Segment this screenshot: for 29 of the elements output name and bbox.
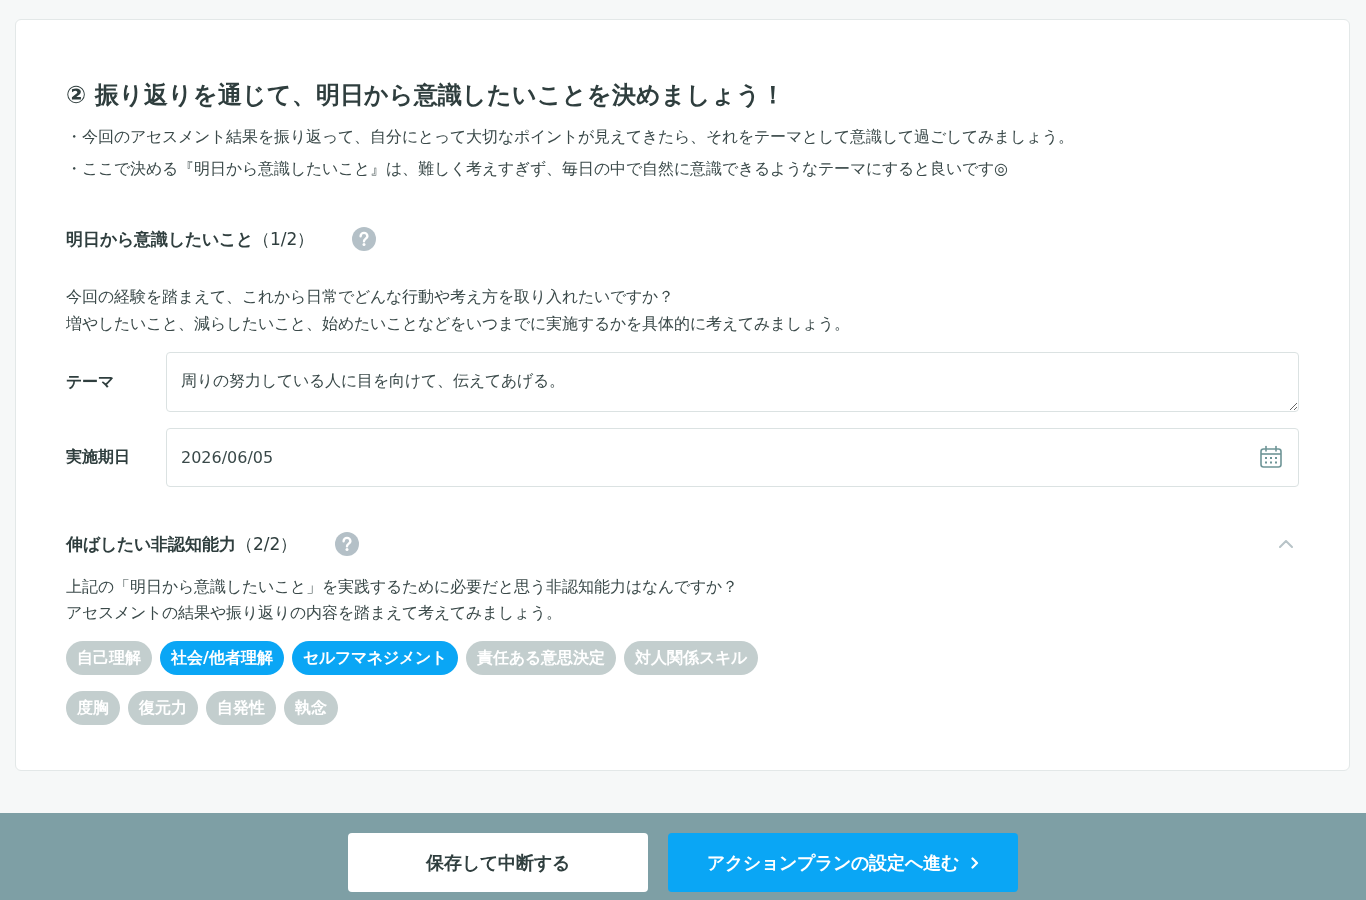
intro-text: ・ここで決める『明日から意識したいこと』は、難しく考えすぎず、毎日の中で自然に意識できるようなテーマにすると良いです◎	[66, 158, 1009, 180]
skill-tag[interactable]: 対人関係スキル	[623, 641, 758, 675]
skill-tag[interactable]: 執念	[284, 691, 338, 725]
field-label: テーマ	[66, 371, 115, 393]
section-title: 伸ばしたい非認知能力（2/2）	[66, 533, 298, 556]
question-text: 上記の「明日から意識したいこと」を実践するために必要だと思う非認知能力はなんですか？	[66, 576, 739, 598]
question-text: 今回の経験を踏まえて、これから日常でどんな行動や考え方を取り入れたいですか？	[66, 286, 675, 308]
question-text: 増やしたいこと、減らしたいこと、始めたいことなどをいつまでに実施するかを具体的に考えてみましょう。	[66, 313, 851, 335]
intro-text: ・今回のアセスメント結果を振り返って、自分にとって大切なポイントが見えてきたら、それをテーマとして意識して過ごしてみましょう。	[66, 126, 1075, 148]
next-button[interactable]: アクションプランの設定へ進む	[668, 833, 1018, 892]
skill-tag[interactable]: 自発性	[206, 691, 276, 725]
date-field[interactable]: 2026/06/05	[166, 428, 1299, 487]
theme-field[interactable]: 周りの努力している人に目を向けて、伝えてあげる。	[166, 352, 1299, 412]
chevron-up-icon[interactable]	[1279, 540, 1293, 548]
skill-tag[interactable]: 社会/他者理解	[160, 641, 284, 675]
field-label: 実施期日	[66, 447, 131, 468]
calendar-icon[interactable]	[1259, 445, 1283, 469]
help-icon[interactable]	[352, 227, 377, 251]
skill-tag[interactable]: 度胸	[66, 691, 120, 725]
question-text: アセスメントの結果や振り返りの内容を踏まえて考えてみましょう。	[66, 602, 563, 624]
help-icon[interactable]	[335, 532, 360, 556]
skill-tag[interactable]: セルフマネジメント	[291, 641, 458, 675]
skill-tag[interactable]: 責任ある意思決定	[465, 641, 616, 675]
chevron-right-icon	[971, 856, 979, 869]
skill-tag[interactable]: 復元力	[128, 691, 198, 725]
section-title: 明日から意識したいこと（1/2）	[66, 228, 315, 251]
step-title: ② 振り返りを通じて、明日から意識したいことを決めましょう！	[66, 80, 786, 111]
skill-tag[interactable]: 自己理解	[66, 641, 152, 675]
save-button[interactable]: 保存して中断する	[348, 833, 648, 892]
